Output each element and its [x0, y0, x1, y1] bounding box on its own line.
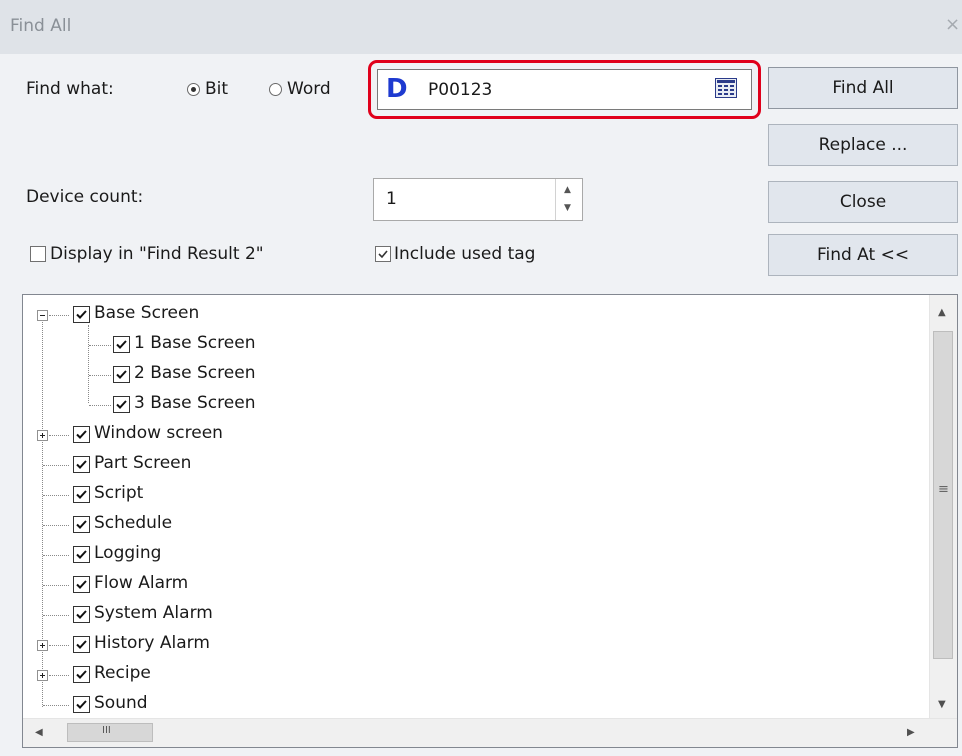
script-checkbox[interactable]: [73, 486, 90, 503]
include-used-tag-label[interactable]: Include used tag: [394, 244, 535, 264]
scroll-up-icon[interactable]: ▲: [938, 307, 946, 318]
device-table-icon[interactable]: [715, 78, 737, 98]
flow-alarm-checkbox[interactable]: [73, 576, 90, 593]
bit-radio[interactable]: [187, 83, 200, 96]
close-button[interactable]: Close: [768, 181, 958, 223]
horizontal-scroll-thumb[interactable]: III: [67, 723, 153, 742]
word-radio[interactable]: [269, 83, 282, 96]
expand-icon[interactable]: [37, 640, 48, 651]
find-what-label: Find what:: [26, 79, 114, 99]
base-screen-2-checkbox[interactable]: [113, 366, 130, 383]
base-screen-1-checkbox[interactable]: [113, 336, 130, 353]
tree-item-base-screen-3[interactable]: 3 Base Screen: [134, 393, 255, 423]
display-in-result-checkbox[interactable]: [30, 246, 46, 262]
tree-item-part-screen[interactable]: Part Screen: [94, 453, 191, 483]
horizontal-scrollbar[interactable]: ◀ III ▶: [23, 718, 957, 747]
screen-tree[interactable]: Base Screen 1 Base Screen 2 Base Screen …: [22, 294, 958, 748]
device-count-stepper[interactable]: 1 ▲ ▼: [373, 178, 583, 221]
tree-item-history-alarm[interactable]: History Alarm: [94, 633, 210, 663]
tree-item-script[interactable]: Script: [94, 483, 143, 513]
grip-icon: ≡: [938, 482, 949, 497]
tree-connector: [88, 325, 89, 403]
find-all-button[interactable]: Find All: [768, 67, 958, 109]
tree-item-logging[interactable]: Logging: [94, 543, 161, 573]
scroll-left-icon[interactable]: ◀: [35, 727, 43, 738]
tree-item-recipe[interactable]: Recipe: [94, 663, 151, 693]
find-input-value: P00123: [428, 80, 493, 100]
device-count-value: 1: [386, 189, 397, 209]
word-radio-label[interactable]: Word: [287, 79, 331, 99]
chevron-down-icon[interactable]: ▼: [564, 203, 571, 213]
include-used-tag-checkbox[interactable]: [375, 246, 391, 262]
system-alarm-checkbox[interactable]: [73, 606, 90, 623]
tree-item-flow-alarm[interactable]: Flow Alarm: [94, 573, 188, 603]
close-icon[interactable]: ×: [945, 14, 960, 35]
vertical-scrollbar[interactable]: ▲ ≡ ▼: [929, 295, 957, 719]
tree-item-window-screen[interactable]: Window screen: [94, 423, 223, 453]
history-alarm-checkbox[interactable]: [73, 636, 90, 653]
schedule-checkbox[interactable]: [73, 516, 90, 533]
scroll-down-icon[interactable]: ▼: [938, 699, 946, 710]
recipe-checkbox[interactable]: [73, 666, 90, 683]
tree-item-base-screen-1[interactable]: 1 Base Screen: [134, 333, 255, 363]
part-screen-checkbox[interactable]: [73, 456, 90, 473]
tree-item-base-screen[interactable]: Base Screen: [94, 303, 199, 333]
base-screen-3-checkbox[interactable]: [113, 396, 130, 413]
tree-item-system-alarm[interactable]: System Alarm: [94, 603, 213, 633]
grip-icon: III: [102, 725, 111, 736]
expand-icon[interactable]: [37, 430, 48, 441]
tree-item-base-screen-2[interactable]: 2 Base Screen: [134, 363, 255, 393]
find-at-button[interactable]: Find At <<: [768, 234, 958, 276]
device-d-icon: D: [386, 74, 408, 104]
bit-radio-label[interactable]: Bit: [205, 79, 228, 99]
find-input[interactable]: D P00123: [377, 69, 752, 110]
tree-item-schedule[interactable]: Schedule: [94, 513, 172, 543]
chevron-up-icon[interactable]: ▲: [564, 185, 571, 195]
collapse-icon[interactable]: [37, 310, 48, 321]
logging-checkbox[interactable]: [73, 546, 90, 563]
scroll-right-icon[interactable]: ▶: [907, 727, 915, 738]
expand-icon[interactable]: [37, 670, 48, 681]
vertical-scroll-thumb[interactable]: ≡: [933, 331, 953, 659]
base-screen-checkbox[interactable]: [73, 306, 90, 323]
device-count-label: Device count:: [26, 187, 144, 207]
dialog-title: Find All: [10, 16, 72, 36]
display-in-result-label[interactable]: Display in "Find Result 2": [50, 244, 264, 264]
window-screen-checkbox[interactable]: [73, 426, 90, 443]
replace-button[interactable]: Replace ...: [768, 124, 958, 166]
stepper-buttons[interactable]: ▲ ▼: [555, 179, 582, 220]
find-highlight-box: D P00123: [368, 60, 761, 119]
sound-checkbox[interactable]: [73, 696, 90, 713]
dialog-title-bar[interactable]: Find All ×: [0, 0, 962, 54]
